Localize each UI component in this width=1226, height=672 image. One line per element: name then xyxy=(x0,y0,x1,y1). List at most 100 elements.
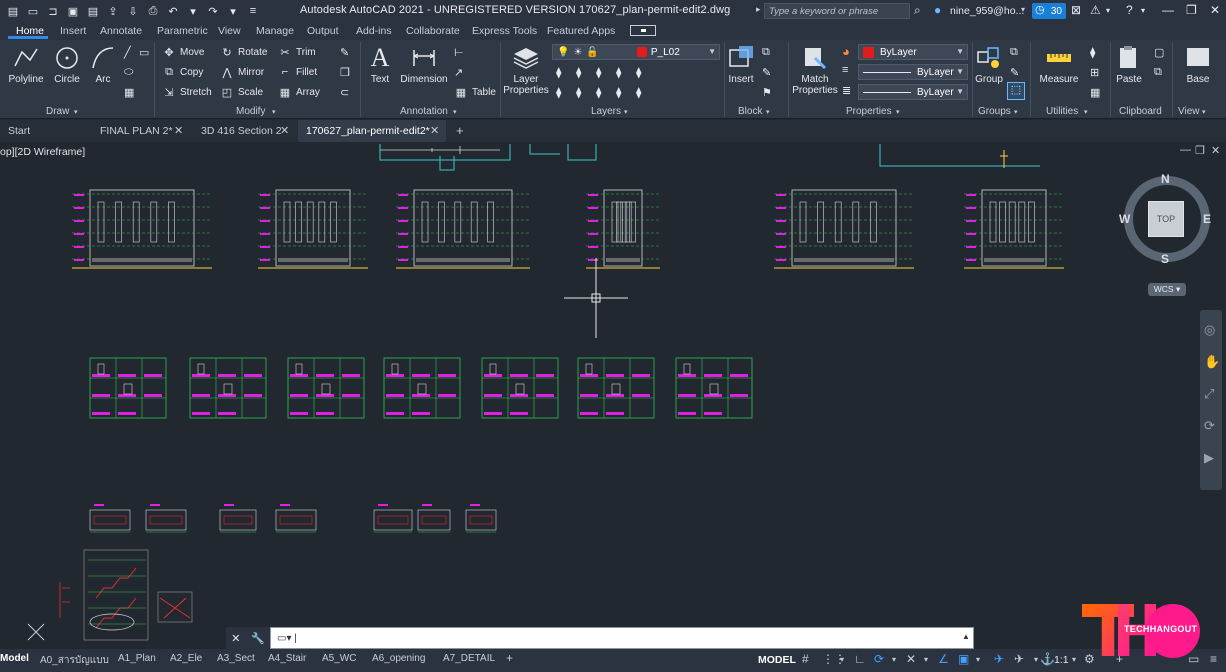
layout-tab-a5[interactable]: A5_WC xyxy=(322,653,356,664)
layout-tab-a6[interactable]: A6_opening xyxy=(372,653,425,664)
zoom-extents-icon[interactable]: ⤢ xyxy=(1204,386,1214,402)
app-menu-icon[interactable]: ▤ xyxy=(6,4,20,18)
customization-menu-icon[interactable]: ≡ xyxy=(1210,652,1217,666)
layer-tool-icon[interactable]: ⧫ xyxy=(636,66,641,79)
explode-icon[interactable]: ❒ xyxy=(340,66,350,79)
user-icon[interactable]: ● xyxy=(934,3,941,17)
tab-insert[interactable]: Insert xyxy=(60,25,86,37)
command-history-expand-icon[interactable]: ▲ xyxy=(962,632,970,641)
layout-tab-a3[interactable]: A3_Sect xyxy=(217,653,255,664)
object-snap-tracking-icon[interactable]: ∠ xyxy=(938,652,949,666)
polar-tracking-icon[interactable]: ⟳ xyxy=(874,652,884,666)
select-all-icon[interactable]: ⊞ xyxy=(1090,66,1099,79)
group-selection-icon[interactable]: ⬚ xyxy=(1007,82,1025,100)
redo-dropdown-icon[interactable]: ▾ xyxy=(226,4,240,18)
open-file-icon[interactable]: ⊐ xyxy=(46,4,60,18)
layers-panel-dropdown-icon[interactable]: ▾ xyxy=(624,108,628,116)
model-space-toggle[interactable]: MODEL xyxy=(758,654,796,666)
color-wheel-icon[interactable]: ◕ xyxy=(842,44,850,59)
compass-east[interactable]: E xyxy=(1203,212,1211,226)
command-line-close-icon[interactable]: ✕ xyxy=(231,632,240,645)
layer-tool-icon[interactable]: ⧫ xyxy=(616,66,621,79)
groups-panel-label[interactable]: Groups xyxy=(978,106,1011,117)
undo-dropdown-icon[interactable]: ▾ xyxy=(186,4,200,18)
layer-tool-icon[interactable]: ⧫ xyxy=(596,66,601,79)
scale-dropdown-icon[interactable]: ▾ xyxy=(1072,655,1076,664)
lineweight-dropdown[interactable]: ByLayer ▼ xyxy=(858,84,968,100)
new-tab-icon[interactable]: + xyxy=(456,123,464,138)
stretch-button[interactable]: ⇲ Stretch xyxy=(162,86,211,99)
search-icon[interactable]: ⌕ xyxy=(914,3,921,18)
leader-icon[interactable]: ↗ xyxy=(454,66,463,79)
file-tab-start[interactable]: Start xyxy=(0,120,86,142)
auto-scale-dropdown-icon[interactable]: ▾ xyxy=(1034,655,1038,664)
polar-dropdown-icon[interactable]: ▾ xyxy=(892,655,896,664)
block-panel-label[interactable]: Block xyxy=(738,106,762,117)
utilities-panel-dropdown-icon[interactable]: ▾ xyxy=(1084,108,1088,116)
dimension-button[interactable]: Dimension xyxy=(398,40,450,85)
annotation-visibility-icon[interactable]: ✈ xyxy=(994,652,1004,666)
layout-tab-a7[interactable]: A7_DETAIL xyxy=(443,653,495,664)
layers-panel-label[interactable]: Layers xyxy=(591,106,621,117)
circle-button[interactable]: Circle xyxy=(50,40,84,85)
cart-icon[interactable]: ⊠ xyxy=(1071,3,1081,17)
new-layout-icon[interactable]: + xyxy=(506,651,513,665)
layer-tool-icon[interactable]: ⧫ xyxy=(596,86,601,99)
layout-tab-model[interactable]: Model xyxy=(0,653,29,664)
layer-tool-icon[interactable]: ⧫ xyxy=(556,66,561,79)
tab-output[interactable]: Output xyxy=(307,25,339,37)
file-tab-plan-permit[interactable]: 170627_plan-permit-edit2* xyxy=(298,120,446,142)
create-block-icon[interactable]: ⧉ xyxy=(762,46,770,59)
close-icon[interactable]: ✕ xyxy=(1210,3,1220,17)
orbit-icon[interactable]: ⟳ xyxy=(1204,418,1215,434)
layer-properties-button[interactable]: Layer Properties xyxy=(502,40,550,96)
clipboard-panel-label[interactable]: Clipboard xyxy=(1119,106,1162,117)
offset-icon[interactable]: ⊂ xyxy=(340,86,349,99)
measure-button[interactable]: Measure xyxy=(1034,40,1084,85)
grid-icon[interactable]: # xyxy=(802,652,809,666)
save-as-icon[interactable]: ▤ xyxy=(86,4,100,18)
properties-panel-label[interactable]: Properties xyxy=(846,106,892,117)
lineweight-icon[interactable]: ≣ xyxy=(842,84,851,97)
search-input[interactable]: Type a keyword or phrase xyxy=(764,3,910,19)
layer-dropdown[interactable]: 💡 ☀ 🔓 P_L02 ▼ xyxy=(552,44,720,60)
save-icon[interactable]: ▣ xyxy=(66,4,80,18)
pan-icon[interactable]: ✋ xyxy=(1204,354,1220,370)
annotation-panel-label[interactable]: Annotation xyxy=(400,106,448,117)
layer-tool-icon[interactable]: ⧫ xyxy=(556,86,561,99)
view-panel-label[interactable]: View xyxy=(1178,106,1200,117)
tab-annotate[interactable]: Annotate xyxy=(100,25,142,37)
layout-tab-a0[interactable]: A0_สารบัญแบบ xyxy=(40,653,109,668)
user-dropdown-icon[interactable]: ▾ xyxy=(1021,5,1025,14)
linetype-icon[interactable]: ≡ xyxy=(842,64,848,76)
layer-tool-icon[interactable]: ⧫ xyxy=(636,86,641,99)
info-center-arrow-icon[interactable]: ▸ xyxy=(756,4,761,15)
annotation-panel-dropdown-icon[interactable]: ▾ xyxy=(453,108,457,116)
block-panel-dropdown-icon[interactable]: ▾ xyxy=(766,108,770,116)
close-tab-icon[interactable]: ✕ xyxy=(280,124,289,137)
wcs-menu[interactable]: WCS ▾ xyxy=(1148,283,1186,296)
tab-manage[interactable]: Manage xyxy=(256,25,294,37)
tab-express-tools[interactable]: Express Tools xyxy=(472,25,537,37)
edit-block-icon[interactable]: ✎ xyxy=(762,66,771,79)
compass-north[interactable]: N xyxy=(1161,172,1170,186)
isodraft-dropdown-icon[interactable]: ▾ xyxy=(924,655,928,664)
layer-tool-icon[interactable]: ⧫ xyxy=(576,86,581,99)
rotate-button[interactable]: ↻ Rotate xyxy=(220,46,267,59)
ellipse-icon[interactable]: ⬭ xyxy=(124,66,133,79)
array-button[interactable]: ▦ Array xyxy=(278,86,320,99)
tab-parametric[interactable]: Parametric xyxy=(157,25,208,37)
groups-panel-dropdown-icon[interactable]: ▾ xyxy=(1014,108,1018,116)
customize-qat-icon[interactable]: ≡ xyxy=(246,4,260,18)
minimize-icon[interactable]: — xyxy=(1162,3,1174,17)
layer-tool-icon[interactable]: ⧫ xyxy=(576,66,581,79)
arc-button[interactable]: Arc xyxy=(88,40,118,85)
annotation-scale-value[interactable]: 1:1 xyxy=(1054,654,1069,666)
exchange-dropdown-icon[interactable]: ▾ xyxy=(1106,6,1110,15)
calculator-icon[interactable]: ▦ xyxy=(1090,86,1100,99)
tab-view[interactable]: View xyxy=(218,25,241,37)
trim-button[interactable]: ✂ Trim xyxy=(278,46,315,59)
annotation-scale-icon[interactable]: ⚓ xyxy=(1040,652,1055,666)
utilities-panel-label[interactable]: Utilities xyxy=(1046,106,1078,117)
match-properties-button[interactable]: Match Properties xyxy=(790,40,840,96)
